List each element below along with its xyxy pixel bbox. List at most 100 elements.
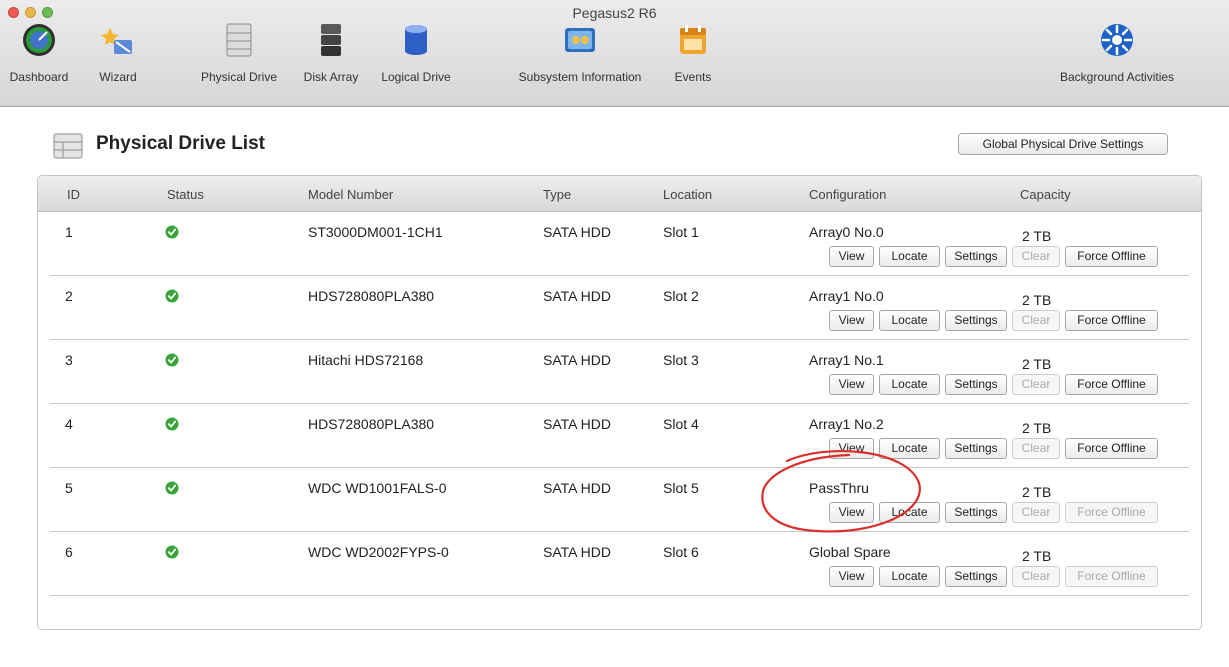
table-row[interactable]: 6 WDC WD2002FYPS-0 SATA HDD Slot 6 Global Sp…: [38, 532, 1201, 596]
toolbar-disk-array-button[interactable]: Disk Array: [295, 20, 367, 102]
view-button[interactable]: View: [829, 566, 874, 587]
drive-configuration: Global Spare: [809, 544, 891, 560]
background-activities-icon: [1101, 24, 1133, 56]
drive-id: 1: [65, 224, 73, 240]
table-row[interactable]: 3 Hitachi HDS72168 SATA HDD Slot 3 Array1 No…: [38, 340, 1201, 404]
drive-type: SATA HDD: [543, 480, 611, 496]
row-actions: View Locate Settings Clear Force Offline: [829, 502, 1158, 523]
column-header-location[interactable]: Location: [663, 187, 712, 202]
dashboard-gauge-icon: [23, 24, 55, 56]
force-offline-button[interactable]: Force Offline: [1065, 310, 1158, 331]
settings-button[interactable]: Settings: [945, 374, 1007, 395]
drive-capacity: 2 TB: [1022, 292, 1052, 308]
drive-type: SATA HDD: [543, 352, 611, 368]
window-title: Pegasus2 R6: [572, 5, 657, 21]
physical-drive-table: ID Status Model Number Type Location Con…: [37, 175, 1202, 630]
force-offline-button[interactable]: Force Offline: [1065, 374, 1158, 395]
column-header-status[interactable]: Status: [167, 187, 204, 202]
locate-button[interactable]: Locate: [879, 246, 940, 267]
disk-array-icon: [321, 24, 341, 56]
view-button[interactable]: View: [829, 502, 874, 523]
model-number: ST3000DM001-1CH1: [308, 224, 443, 240]
clear-button: Clear: [1012, 374, 1060, 395]
drive-id: 6: [65, 544, 73, 560]
settings-button[interactable]: Settings: [945, 310, 1007, 331]
drive-location: Slot 3: [663, 352, 699, 368]
events-calendar-icon: [680, 25, 706, 54]
settings-button[interactable]: Settings: [945, 438, 1007, 459]
settings-button[interactable]: Settings: [945, 246, 1007, 267]
model-number: Hitachi HDS72168: [308, 352, 424, 368]
view-button[interactable]: View: [829, 374, 874, 395]
row-actions: View Locate Settings Clear Force Offline: [829, 310, 1158, 331]
drive-type: SATA HDD: [543, 224, 611, 240]
locate-button[interactable]: Locate: [879, 310, 940, 331]
force-offline-button: Force Offline: [1065, 502, 1158, 523]
window-toolbar: Pegasus2 R6 Dashboard Wizard Physical Dr…: [0, 0, 1229, 107]
model-number: WDC WD1001FALS-0: [308, 480, 447, 496]
settings-button[interactable]: Settings: [945, 566, 1007, 587]
row-divider: [50, 595, 1189, 596]
table-row[interactable]: 1 ST3000DM001-1CH1 SATA HDD Slot 1 Array0 No…: [38, 212, 1201, 276]
model-number: HDS728080PLA380: [308, 288, 435, 304]
table-row[interactable]: 4 HDS728080PLA380 SATA HDD Slot 4 Array1 No.…: [38, 404, 1201, 468]
drive-capacity: 2 TB: [1022, 548, 1052, 564]
logical-drive-icon: [405, 25, 427, 55]
global-physical-drive-settings-button[interactable]: Global Physical Drive Settings: [958, 133, 1168, 155]
force-offline-button: Force Offline: [1065, 566, 1158, 587]
column-header-type[interactable]: Type: [543, 187, 571, 202]
table-row[interactable]: 2 HDS728080PLA380 SATA HDD Slot 2 Array1 No.…: [38, 276, 1201, 340]
drive-id: 2: [65, 288, 73, 304]
clear-button: Clear: [1012, 502, 1060, 523]
table-row[interactable]: 5 WDC WD1001FALS-0 SATA HDD Slot 5 PassThru 2…: [38, 468, 1201, 532]
locate-button[interactable]: Locate: [879, 502, 940, 523]
toolbar-subsystem-information-button[interactable]: Subsystem Information: [510, 20, 650, 102]
status-ok-icon: [165, 417, 179, 431]
toolbar-background-activities-button[interactable]: Background Activities: [1042, 20, 1192, 102]
row-actions: View Locate Settings Clear Force Offline: [829, 438, 1158, 459]
drive-location: Slot 1: [663, 224, 699, 240]
column-header-id[interactable]: ID: [67, 187, 80, 202]
physical-drive-list-icon: [53, 133, 83, 159]
clear-button: Clear: [1012, 246, 1060, 267]
toolbar-physical-drive-button[interactable]: Physical Drive: [190, 20, 288, 102]
locate-button[interactable]: Locate: [879, 438, 940, 459]
drive-capacity: 2 TB: [1022, 420, 1052, 436]
drive-configuration: Array1 No.1: [809, 352, 884, 368]
model-number: HDS728080PLA380: [308, 416, 435, 432]
view-button[interactable]: View: [829, 246, 874, 267]
toolbar-dashboard-button[interactable]: Dashboard: [10, 20, 68, 102]
column-header-model-number[interactable]: Model Number: [308, 187, 393, 202]
row-actions: View Locate Settings Clear Force Offline: [829, 374, 1158, 395]
force-offline-button[interactable]: Force Offline: [1065, 246, 1158, 267]
column-header-capacity[interactable]: Capacity: [1020, 187, 1071, 202]
drive-type: SATA HDD: [543, 544, 611, 560]
page-title: Physical Drive List: [96, 133, 265, 154]
status-ok-icon: [165, 289, 179, 303]
view-button[interactable]: View: [829, 310, 874, 331]
drive-location: Slot 6: [663, 544, 699, 560]
drive-id: 5: [65, 480, 73, 496]
locate-button[interactable]: Locate: [879, 374, 940, 395]
drive-capacity: 2 TB: [1022, 228, 1052, 244]
drive-id: 4: [65, 416, 73, 432]
toolbar-events-button[interactable]: Events: [668, 20, 718, 102]
physical-drive-icon: [226, 23, 252, 57]
wizard-icon: [101, 28, 132, 54]
drive-type: SATA HDD: [543, 288, 611, 304]
settings-button[interactable]: Settings: [945, 502, 1007, 523]
force-offline-button[interactable]: Force Offline: [1065, 438, 1158, 459]
status-ok-icon: [165, 353, 179, 367]
toolbar-logical-drive-button[interactable]: Logical Drive: [370, 20, 462, 102]
drive-location: Slot 5: [663, 480, 699, 496]
row-actions: View Locate Settings Clear Force Offline: [829, 566, 1158, 587]
view-button[interactable]: View: [829, 438, 874, 459]
column-header-configuration[interactable]: Configuration: [809, 187, 886, 202]
toolbar-wizard-button[interactable]: Wizard: [92, 20, 144, 102]
clear-button: Clear: [1012, 438, 1060, 459]
drive-configuration: Array1 No.2: [809, 416, 884, 432]
locate-button[interactable]: Locate: [879, 566, 940, 587]
clear-button: Clear: [1012, 566, 1060, 587]
drive-configuration: Array0 No.0: [809, 224, 884, 240]
drive-configuration: Array1 No.0: [809, 288, 884, 304]
